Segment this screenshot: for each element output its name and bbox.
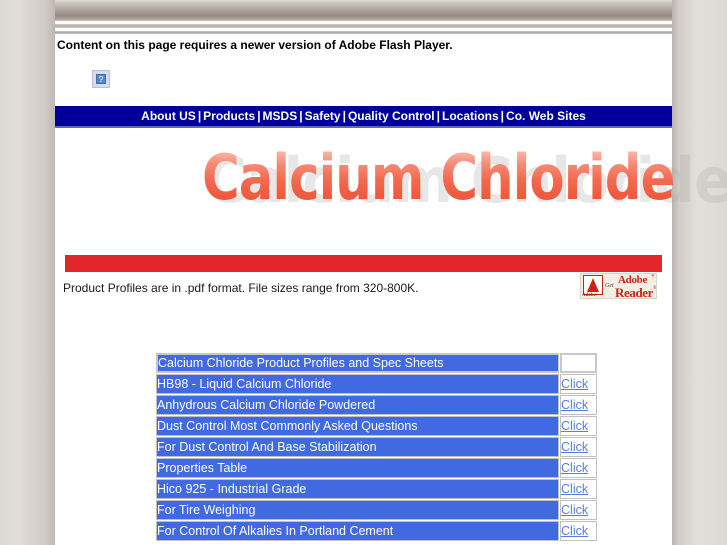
product-click-cell[interactable]: Click bbox=[560, 395, 597, 415]
page-right-gutter bbox=[672, 0, 727, 545]
table-row[interactable]: Hico 925 - Industrial Grade Click bbox=[156, 479, 597, 499]
table-header-label: Calcium Chloride Product Profiles and Sp… bbox=[156, 353, 560, 373]
product-profiles-table-wrap: Calcium Chloride Product Profiles and Sp… bbox=[155, 352, 598, 542]
adobe-badge-get-label: Get bbox=[605, 283, 614, 289]
adobe-reader-badge-icon[interactable]: Adobe Get Adobe ® Reader ® bbox=[580, 273, 657, 299]
table-header-click-cell bbox=[560, 353, 597, 373]
pdf-note-row: Product Profiles are in .pdf format. Fil… bbox=[55, 272, 672, 312]
table-row[interactable]: For Tire Weighing Click bbox=[156, 500, 597, 520]
product-label: For Dust Control And Base Stabilization bbox=[156, 437, 560, 457]
table-row[interactable]: For Dust Control And Base Stabilization … bbox=[156, 437, 597, 457]
product-click-cell[interactable]: Click bbox=[560, 416, 597, 436]
broken-plugin-icon[interactable]: ? bbox=[92, 70, 110, 88]
table-row: Calcium Chloride Product Profiles and Sp… bbox=[156, 353, 597, 373]
nav-item-co-web-sites[interactable]: Co. Web Sites bbox=[506, 109, 586, 123]
product-click-cell[interactable]: Click bbox=[560, 521, 597, 541]
table-row[interactable]: HB98 - Liquid Calcium Chloride Click bbox=[156, 374, 597, 394]
product-label: HB98 - Liquid Calcium Chloride bbox=[156, 374, 560, 394]
product-label: Properties Table bbox=[156, 458, 560, 478]
click-link[interactable]: Click bbox=[561, 419, 588, 433]
click-link[interactable]: Click bbox=[561, 524, 588, 538]
table-row[interactable]: Anhydrous Calcium Chloride Powdered Clic… bbox=[156, 395, 597, 415]
flash-notice-text: Content on this page requires a newer ve… bbox=[57, 38, 453, 52]
nav-separator: | bbox=[436, 109, 440, 123]
content-column: Content on this page requires a newer ve… bbox=[55, 0, 727, 545]
table-row[interactable]: For Control Of Alkalies In Portland Ceme… bbox=[156, 521, 597, 541]
adobe-badge-reader-label: Reader bbox=[615, 285, 654, 299]
adobe-badge-tm-1: ® bbox=[651, 274, 655, 279]
table-row[interactable]: Properties Table Click bbox=[156, 458, 597, 478]
product-click-cell[interactable]: Click bbox=[560, 437, 597, 457]
product-click-cell[interactable]: Click bbox=[560, 374, 597, 394]
flash-player-notice-block: Content on this page requires a newer ve… bbox=[55, 34, 672, 106]
table-row[interactable]: Dust Control Most Commonly Asked Questio… bbox=[156, 416, 597, 436]
product-click-cell[interactable]: Click bbox=[560, 479, 597, 499]
click-link[interactable]: Click bbox=[561, 503, 588, 517]
nav-separator: | bbox=[299, 109, 303, 123]
nav-separator: | bbox=[257, 109, 261, 123]
click-link[interactable]: Click bbox=[561, 377, 588, 391]
product-click-cell[interactable]: Click bbox=[560, 500, 597, 520]
pdf-format-note: Product Profiles are in .pdf format. Fil… bbox=[63, 281, 419, 295]
product-label: For Control Of Alkalies In Portland Ceme… bbox=[156, 521, 560, 541]
click-link[interactable]: Click bbox=[561, 398, 588, 412]
nav-item-products[interactable]: Products bbox=[203, 109, 255, 123]
click-link[interactable]: Click bbox=[561, 482, 588, 496]
red-divider-bar bbox=[65, 255, 662, 272]
nav-item-locations[interactable]: Locations bbox=[442, 109, 499, 123]
product-label: Anhydrous Calcium Chloride Powdered bbox=[156, 395, 560, 415]
adobe-badge-tm-2: ® bbox=[653, 286, 657, 291]
click-link[interactable]: Click bbox=[561, 440, 588, 454]
product-table-body: Calcium Chloride Product Profiles and Sp… bbox=[156, 353, 597, 541]
product-label: Hico 925 - Industrial Grade bbox=[156, 479, 560, 499]
adobe-a-icon bbox=[583, 275, 603, 295]
page-title: Calcium Chloride bbox=[202, 134, 675, 222]
broken-plugin-glyph: ? bbox=[96, 74, 106, 84]
nav-separator: | bbox=[342, 109, 346, 123]
main-navigation[interactable]: About US | Products | MSDS | Safety | Quality Co… bbox=[55, 106, 672, 126]
nav-item-msds[interactable]: MSDS bbox=[263, 109, 298, 123]
nav-item-quality-control[interactable]: Quality Control bbox=[348, 109, 435, 123]
nav-item-about-us[interactable]: About US bbox=[141, 109, 196, 123]
decorative-header-bars bbox=[55, 0, 672, 34]
product-profiles-table: Calcium Chloride Product Profiles and Sp… bbox=[155, 352, 598, 542]
nav-separator: | bbox=[500, 109, 505, 123]
nav-item-safety[interactable]: Safety bbox=[305, 109, 341, 123]
product-label: For Tire Weighing bbox=[156, 500, 560, 520]
adobe-badge-small-label: Adobe bbox=[582, 293, 596, 298]
product-label: Dust Control Most Commonly Asked Questio… bbox=[156, 416, 560, 436]
logo-band: Calcium Chloride Calcium Chloride bbox=[55, 128, 727, 255]
header-gradient-bar bbox=[55, 0, 672, 21]
product-click-cell[interactable]: Click bbox=[560, 458, 597, 478]
click-link[interactable]: Click bbox=[561, 461, 588, 475]
